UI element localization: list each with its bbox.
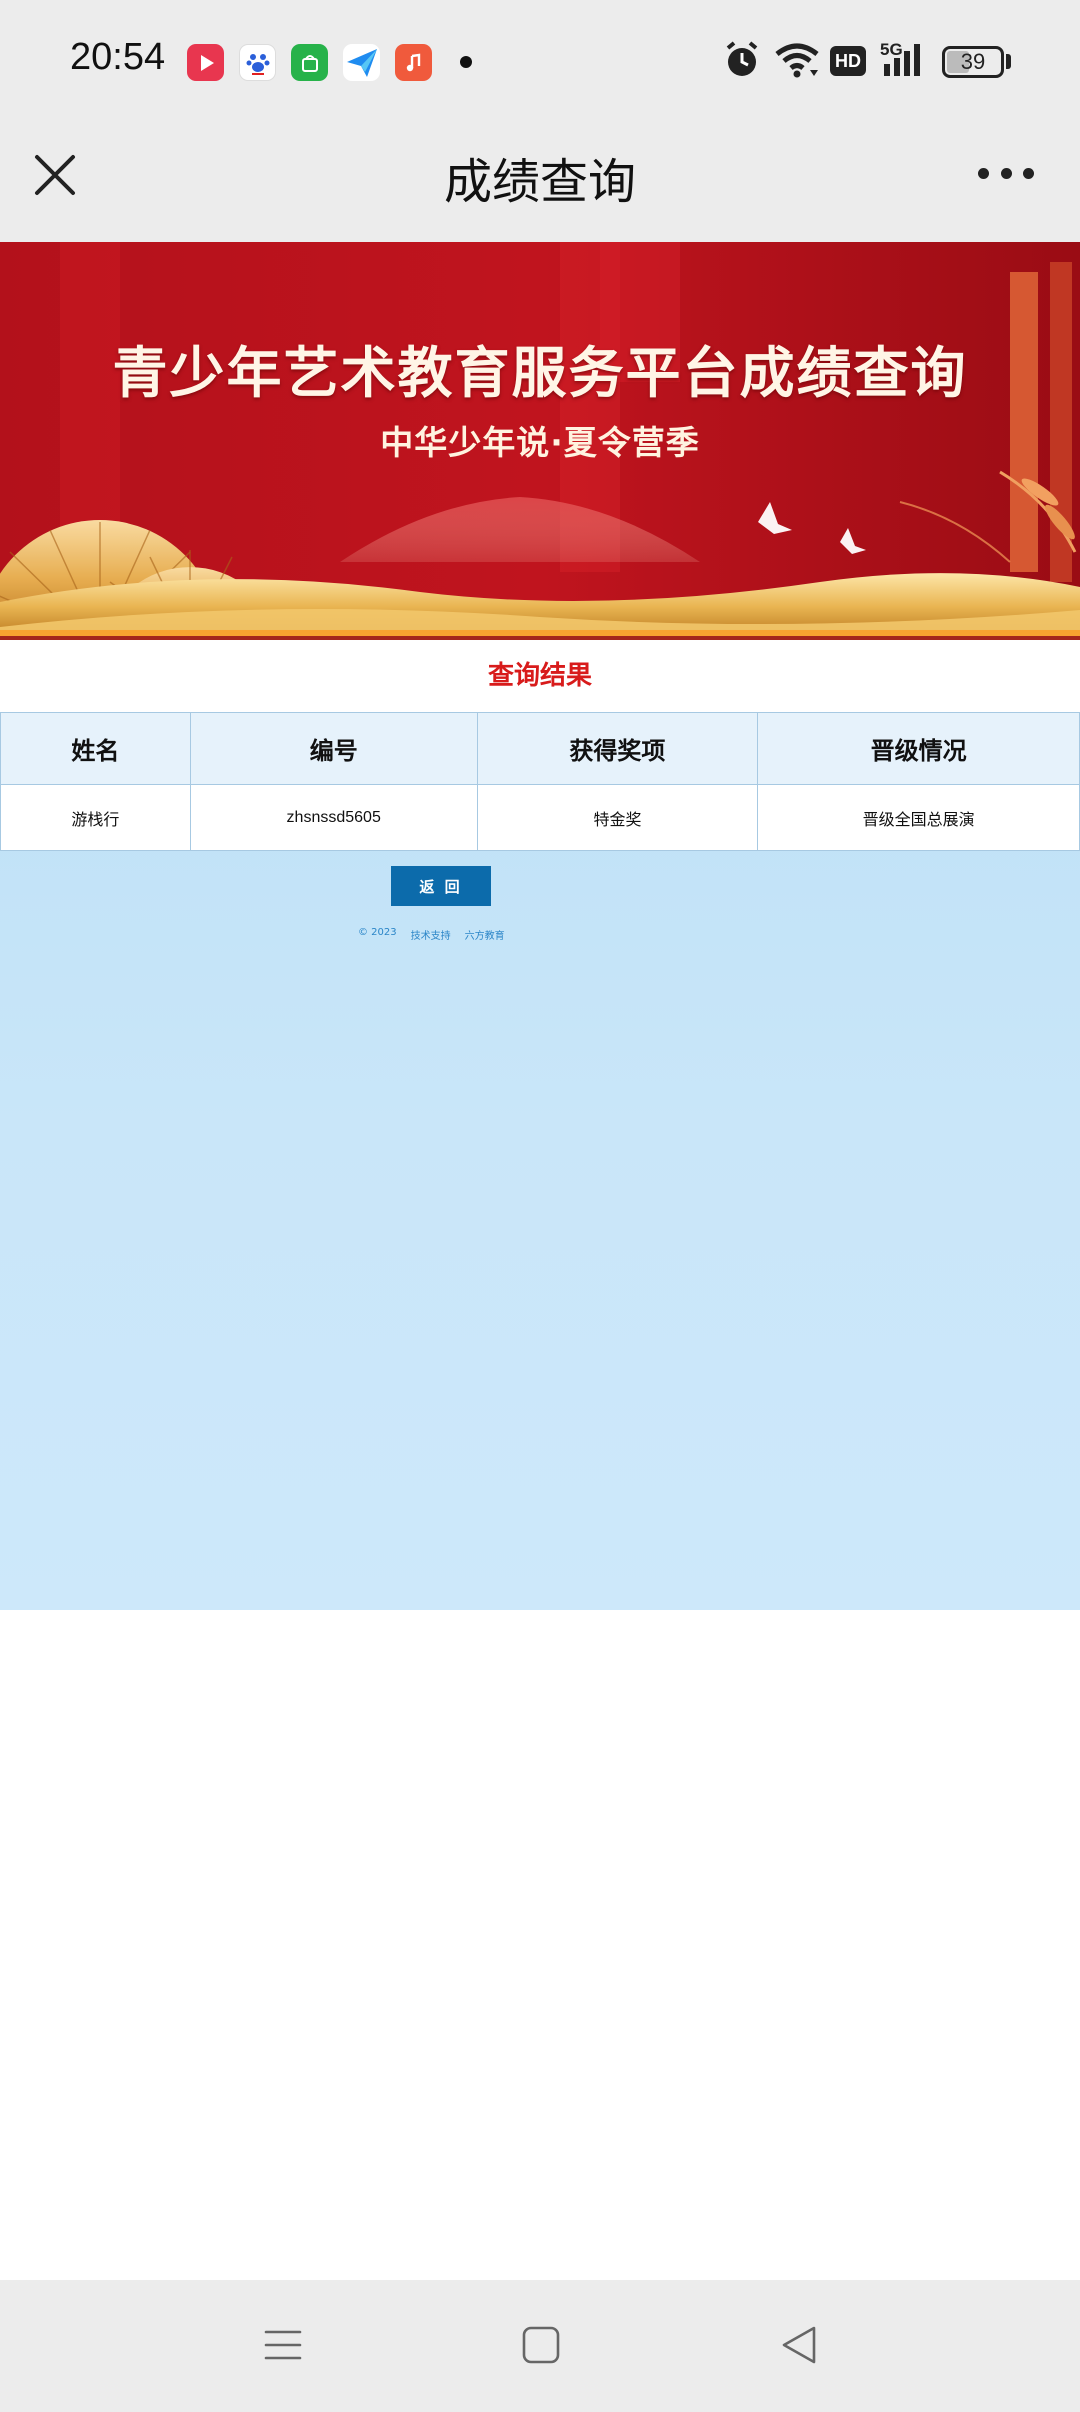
baidu-app-icon [239, 44, 276, 81]
footer-support-label: 技术支持 [410, 931, 451, 942]
battery-icon: 39 [942, 46, 1004, 78]
footer: © 2023 技术支持 六方教育 [358, 927, 505, 942]
battery-level: 39 [960, 49, 986, 74]
column-header-award: 获得奖项 [476, 712, 759, 785]
shopping-app-icon [291, 44, 328, 81]
more-notifications-dot [460, 56, 472, 68]
network-label: 5G [880, 40, 903, 59]
cell-number: zhsnssd5605 [189, 784, 478, 851]
column-header-number: 编号 [189, 712, 478, 785]
alarm-icon [724, 40, 760, 84]
banner-title: 青少年艺术教育服务平台成绩查询 [112, 341, 968, 405]
battery-tip [1006, 54, 1011, 69]
result-table: 姓名 编号 获得奖项 晋级情况 游栈行 zhsnssd5605 特金奖 晋级全国… [0, 712, 1080, 851]
footer-company-link[interactable]: 六方教育 [465, 927, 505, 942]
more-icon[interactable] [978, 162, 1034, 184]
back-icon[interactable] [778, 2324, 820, 2370]
column-header-promotion: 晋级情况 [757, 712, 1080, 785]
cell-award: 特金奖 [476, 784, 759, 851]
home-icon[interactable] [520, 2324, 562, 2370]
column-header-name: 姓名 [0, 712, 191, 785]
video-app-icon [187, 44, 224, 81]
signal-icon: 5G [880, 40, 928, 80]
back-button[interactable]: 返 回 [391, 866, 491, 906]
result-heading: 查询结果 [0, 640, 1080, 712]
banner-subtitle: 中华少年说·夏令营季 [380, 423, 700, 462]
wifi-icon [774, 40, 820, 84]
status-bar: 20:54 HD 5G 39 [0, 0, 1080, 122]
cell-promotion: 晋级全国总展演 [757, 784, 1080, 851]
result-section: 查询结果 姓名 编号 获得奖项 晋级情况 游栈行 zhsnssd5605 特金奖… [0, 640, 1080, 1610]
page-title: 成绩查询 [443, 154, 636, 210]
music-app-icon [395, 44, 432, 81]
table-header-row: 姓名 编号 获得奖项 晋级情况 [0, 712, 1080, 785]
table-row: 游栈行 zhsnssd5605 特金奖 晋级全国总展演 [0, 784, 1080, 851]
header-banner: 青少年艺术教育服务平台成绩查询 中华少年说·夏令营季 [0, 242, 1080, 640]
send-app-icon [343, 44, 380, 81]
status-time: 20:54 [70, 36, 166, 78]
nav-bar: 成绩查询 [0, 122, 1080, 242]
cell-name: 游栈行 [0, 784, 191, 851]
system-nav-bar [0, 2280, 1080, 2412]
hd-icon: HD [830, 46, 866, 76]
footer-copyright: © 2023 [358, 927, 397, 938]
menu-icon[interactable] [262, 2324, 304, 2370]
